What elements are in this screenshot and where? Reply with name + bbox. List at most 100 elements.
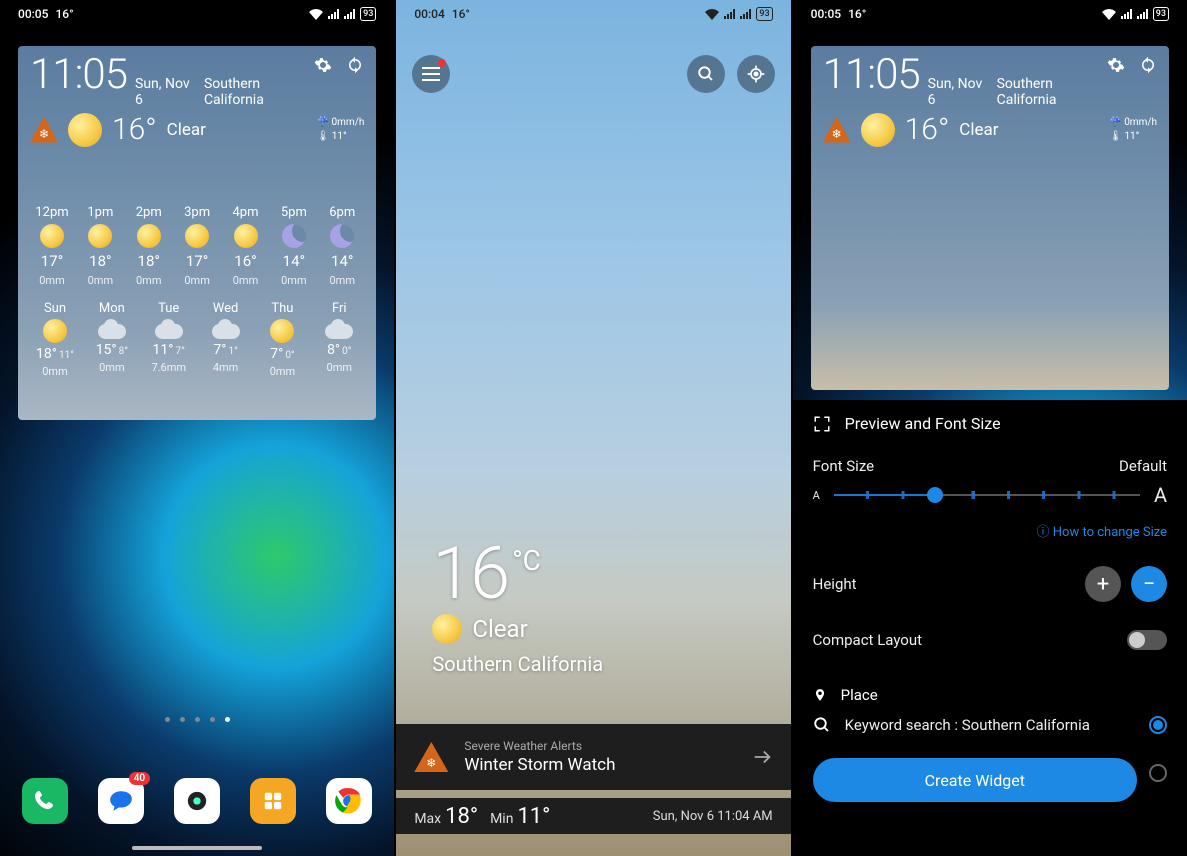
battery-icon: 93 (1153, 7, 1169, 21)
preview-temp: 16° (905, 112, 950, 147)
arrow-right-icon (751, 746, 773, 768)
alert-subtitle: Severe Weather Alerts (464, 739, 734, 753)
battery-icon: 93 (360, 7, 376, 21)
home-indicator[interactable] (132, 846, 262, 850)
signal-icon (328, 9, 339, 19)
phone-app[interactable] (22, 778, 68, 824)
status-time: 00:05 (18, 7, 48, 21)
status-time: 00:04 (414, 7, 444, 21)
compact-toggle[interactable] (1127, 630, 1167, 650)
font-size-label: Font Size (813, 457, 874, 475)
daily-item: Thu7°0°0mm (257, 301, 307, 378)
hourly-item: 5pm14°0mm (272, 205, 316, 287)
widget-preview: 11:05 Sun, Nov 6 Southern California ❄ 1… (811, 46, 1169, 390)
summary-bar: Max 18° Min 11° Sun, Nov 6 11:04 AM (396, 798, 790, 834)
status-time: 00:05 (811, 7, 841, 21)
daily-item: Fri8°0°0mm (314, 301, 364, 378)
current-temp: 16° (112, 112, 157, 147)
wifi-icon (1102, 9, 1116, 20)
status-temp: 16° (848, 7, 866, 21)
badge: 40 (129, 772, 150, 785)
status-temp: 16° (55, 7, 73, 21)
daily-item: Mon15°8°0mm (87, 301, 137, 378)
refresh-icon[interactable] (346, 56, 364, 74)
wifi-icon (309, 9, 323, 20)
preview-time: 11:05 (823, 54, 920, 96)
daily-item: Wed7°1°4mm (201, 301, 251, 378)
widgets-app[interactable] (250, 778, 296, 824)
status-bar: 00:05 16° 93 (0, 0, 394, 28)
signal-icon-2 (740, 9, 751, 19)
settings-icon[interactable] (1107, 56, 1125, 74)
search-button[interactable] (687, 55, 725, 93)
max-label: Max (414, 811, 441, 827)
compact-row: Compact Layout (793, 616, 1187, 664)
hourly-item: 2pm18°0mm (127, 205, 171, 287)
sun-icon (861, 113, 895, 147)
preview-date: Sun, Nov 6 (928, 76, 989, 108)
alert-title: Winter Storm Watch (464, 755, 734, 775)
place-radio-other[interactable] (1149, 764, 1167, 782)
daily-item: Sun18°11°0mm (30, 301, 80, 378)
battery-icon: 93 (756, 7, 772, 21)
status-temp: 16° (452, 7, 470, 21)
messages-app[interactable]: 40 (98, 778, 144, 824)
dock: 40 (0, 778, 394, 824)
max-temp: 18° (445, 804, 478, 829)
place-radio-keyword[interactable] (1149, 716, 1167, 734)
font-size-slider[interactable] (834, 494, 1140, 496)
signal-icon-2 (344, 9, 355, 19)
widget-location: Southern California (204, 76, 314, 108)
settings-icon[interactable] (314, 56, 332, 74)
alert-banner[interactable]: ❄ Severe Weather Alerts Winter Storm Wat… (396, 724, 790, 790)
preview-label: Preview and Font Size (845, 414, 1001, 433)
menu-button[interactable] (412, 55, 450, 93)
info-link[interactable]: ⓘ How to change Size (793, 521, 1187, 552)
hourly-item: 12pm17°0mm (30, 205, 74, 287)
daily-item: Tue11°7°7.6mm (144, 301, 194, 378)
preview-section[interactable]: Preview and Font Size (793, 400, 1187, 447)
signal-icon (724, 9, 735, 19)
hourly-item: 4pm16°0mm (224, 205, 268, 287)
chrome-app[interactable] (326, 778, 372, 824)
search-value[interactable]: Keyword search : Southern California (845, 716, 1135, 734)
locate-button[interactable] (737, 55, 775, 93)
search-icon (813, 716, 831, 734)
compact-label: Compact Layout (813, 631, 922, 649)
precip-info: ☔ 0mm/h 🌡 11° (317, 116, 365, 144)
preview-condition: Clear (959, 120, 998, 140)
height-row: Height + − (793, 552, 1187, 616)
hourly-item: 6pm14°0mm (320, 205, 364, 287)
main-condition: Clear (432, 614, 603, 644)
create-widget-button[interactable]: Create Widget (813, 758, 1137, 802)
camera-app[interactable] (174, 778, 220, 824)
signal-icon (1121, 9, 1132, 19)
main-location: Southern California (432, 652, 603, 676)
height-minus-button[interactable]: − (1131, 566, 1167, 602)
alert-icon: ❄ (414, 742, 448, 772)
large-a-icon: A (1154, 483, 1167, 507)
small-a-icon: A (813, 489, 820, 502)
height-plus-button[interactable]: + (1085, 566, 1121, 602)
widget-time: 11:05 (30, 54, 127, 96)
place-label: Place (841, 686, 878, 704)
temp-unit: °C (512, 544, 541, 577)
min-temp: 11° (517, 804, 550, 829)
status-bar: 00:05 16° 93 (793, 0, 1187, 28)
alert-icon: ❄ (823, 117, 851, 143)
refresh-icon[interactable] (1139, 56, 1157, 74)
font-size-value: Default (1119, 457, 1167, 475)
alert-icon: ❄ (30, 117, 58, 143)
page-indicator (0, 717, 394, 722)
hourly-item: 1pm18°0mm (78, 205, 122, 287)
weather-widget[interactable]: 11:05 Sun, Nov 6 Southern California ❄ 1… (18, 46, 376, 420)
hourly-item: 3pm17°0mm (175, 205, 219, 287)
timestamp: Sun, Nov 6 11:04 AM (653, 809, 773, 824)
place-icon (813, 686, 827, 704)
sun-icon (68, 113, 102, 147)
widget-date: Sun, Nov 6 (135, 76, 196, 108)
preview-location: Southern California (997, 76, 1107, 108)
status-bar: 00:04 16° 93 (396, 0, 790, 28)
notification-dot (438, 59, 446, 67)
min-label: Min (490, 811, 513, 827)
